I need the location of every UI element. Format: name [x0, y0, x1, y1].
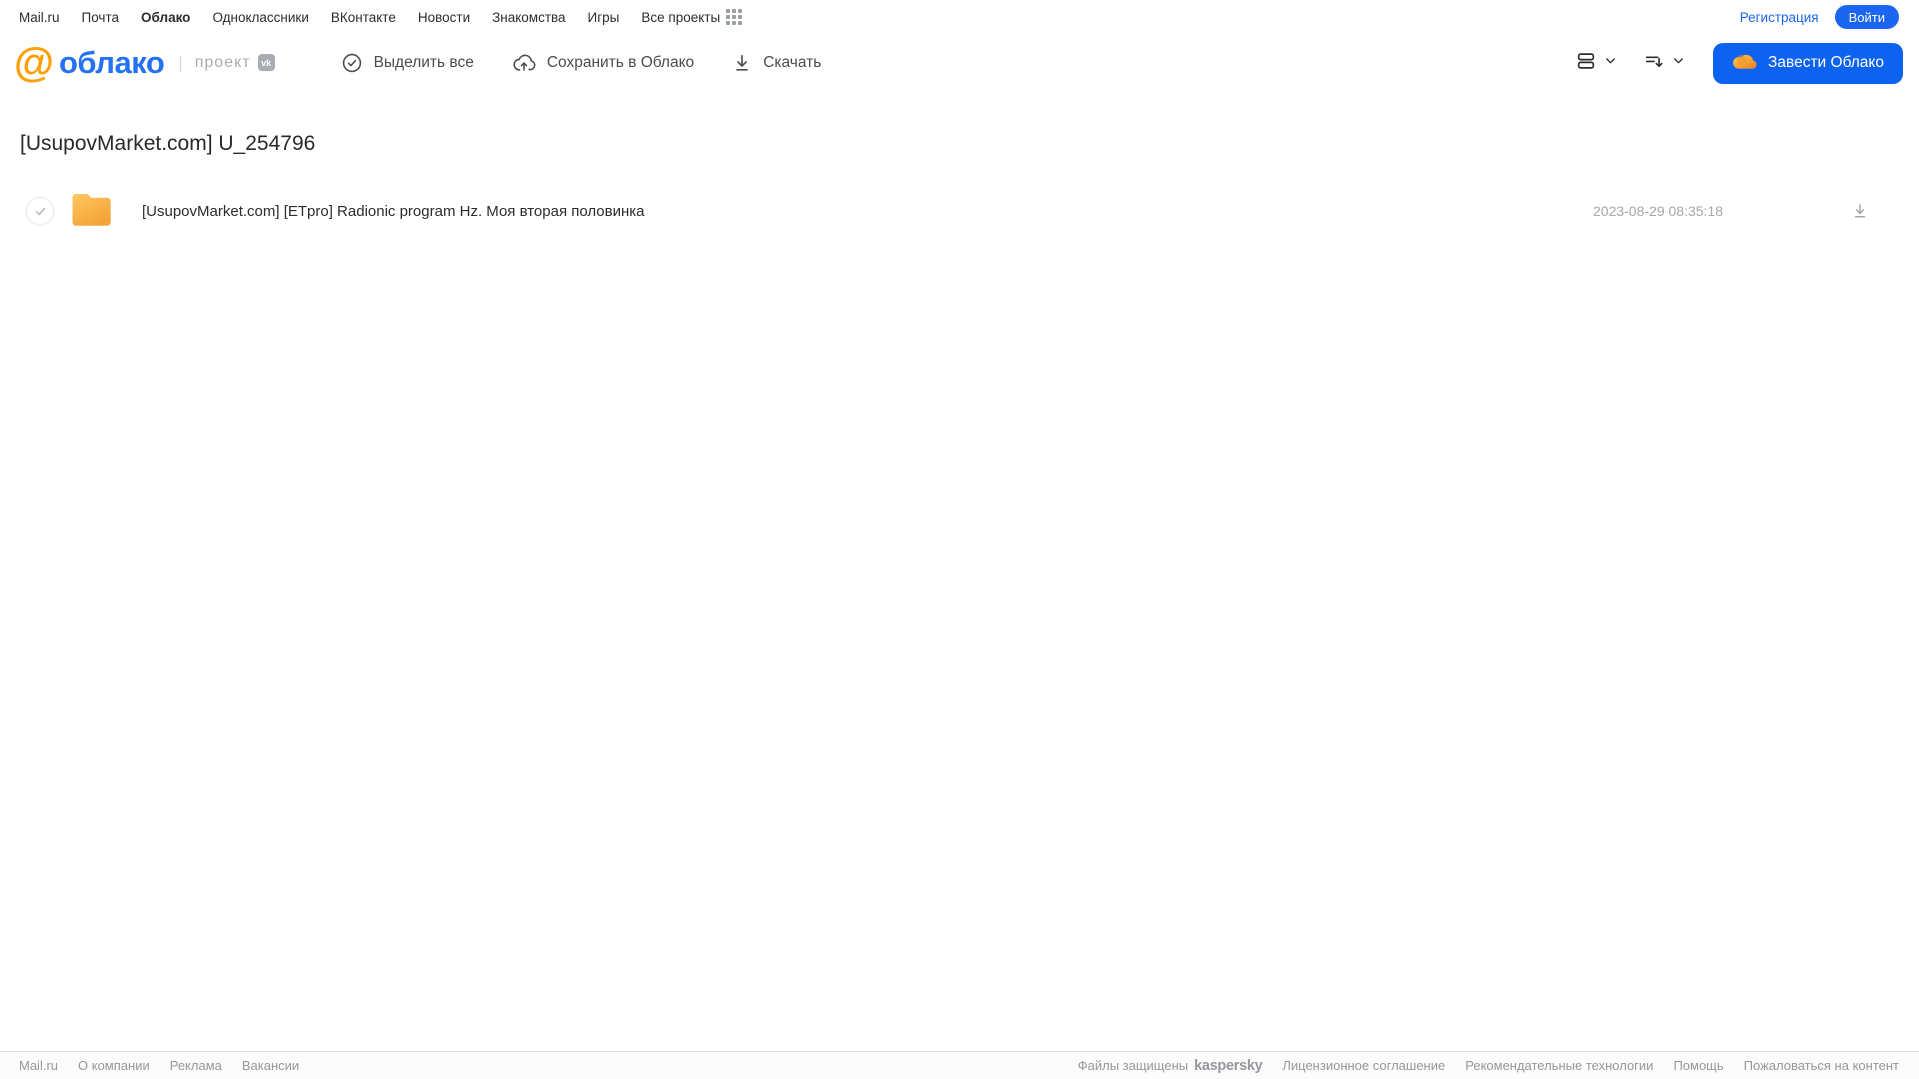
row-download-icon[interactable]	[1851, 202, 1869, 220]
file-modified-date: 2023-08-29 08:35:18	[1593, 203, 1723, 219]
download-icon	[732, 52, 752, 74]
footer-link-about[interactable]: О компании	[78, 1058, 150, 1073]
topnav-link-odnoklassniki[interactable]: Одноклассники	[212, 10, 308, 25]
check-circle-icon	[341, 52, 363, 74]
get-cloud-label: Завести Облако	[1768, 54, 1884, 71]
download-button[interactable]: Скачать	[732, 52, 821, 74]
chevron-down-icon	[1672, 54, 1685, 72]
select-all-button[interactable]: Выделить все	[341, 52, 474, 74]
save-to-cloud-button[interactable]: Сохранить в Облако	[512, 52, 694, 74]
footer-link-license[interactable]: Лицензионное соглашение	[1282, 1058, 1445, 1073]
list-view-icon	[1575, 50, 1597, 77]
footer-link-mailru[interactable]: Mail.ru	[19, 1058, 58, 1073]
portal-navbar: Mail.ru Почта Облако Одноклассники ВКонт…	[0, 0, 1919, 34]
topnav-link-news[interactable]: Новости	[418, 10, 470, 25]
topnav-link-dating[interactable]: Знакомства	[492, 10, 565, 25]
kaspersky-protection: Файлы защищены kaspersky	[1078, 1058, 1263, 1074]
save-to-cloud-label: Сохранить в Облако	[546, 54, 695, 71]
cloud-header: @ облако | проект vk Выделить все Сохран…	[0, 34, 1919, 92]
view-mode-dropdown[interactable]	[1575, 50, 1617, 77]
cloud-upload-icon	[512, 52, 536, 74]
login-button[interactable]: Войти	[1834, 5, 1899, 29]
file-actions-toolbar: Выделить все Сохранить в Облако Скачать	[341, 52, 821, 74]
topnav-link-games[interactable]: Игры	[588, 10, 620, 25]
register-link[interactable]: Регистрация	[1740, 10, 1819, 25]
select-all-label: Выделить все	[373, 54, 474, 71]
shared-folder-content: [UsupovMarket.com] U_254796 [UsupovMarke…	[0, 92, 1919, 1051]
kaspersky-logo[interactable]: kaspersky	[1194, 1058, 1263, 1074]
footer-link-jobs[interactable]: Вакансии	[242, 1058, 299, 1073]
sort-icon	[1643, 50, 1665, 77]
topnav-link-all-projects[interactable]: Все проекты	[641, 10, 720, 25]
page-title: [UsupovMarket.com] U_254796	[20, 132, 316, 155]
cloud-logo[interactable]: @ облако | проект vk	[14, 38, 275, 85]
header-right-controls: Завести Облако	[1575, 42, 1903, 84]
cloud-icon	[1732, 51, 1757, 76]
kaspersky-protected-label: Файлы защищены	[1077, 1058, 1189, 1073]
footer-link-ads[interactable]: Реклама	[170, 1058, 222, 1073]
file-checkbox[interactable]	[26, 197, 54, 225]
vk-logo-icon: vk	[257, 54, 275, 72]
footer-link-recommendation-tech[interactable]: Рекомендательные технологии	[1465, 1058, 1653, 1073]
get-cloud-button[interactable]: Завести Облако	[1713, 42, 1903, 84]
file-name-link[interactable]: [UsupovMarket.com] [ETpro] Radionic prog…	[142, 203, 645, 220]
footer-link-help[interactable]: Помощь	[1673, 1058, 1723, 1073]
logo-separator: |	[178, 52, 183, 72]
logo-wordmark: облако	[58, 44, 165, 80]
download-label: Скачать	[763, 54, 822, 71]
chevron-down-icon	[1604, 54, 1617, 72]
topnav-link-mail[interactable]: Почта	[82, 10, 120, 25]
footer-link-report-content[interactable]: Пожаловаться на контент	[1744, 1058, 1899, 1073]
sort-dropdown[interactable]	[1643, 50, 1685, 77]
topnav-link-vkontakte[interactable]: ВКонтакте	[331, 10, 396, 25]
folder-icon[interactable]	[70, 190, 113, 232]
file-row[interactable]: [UsupovMarket.com] [ETpro] Radionic prog…	[20, 188, 1899, 234]
page-footer: Mail.ru О компании Реклама Вакансии Файл…	[0, 1051, 1919, 1079]
topnav-link-cloud[interactable]: Облако	[141, 10, 190, 25]
logo-project-label: проект	[194, 53, 251, 71]
mailru-at-icon: @	[14, 38, 54, 85]
topnav-link-mailru[interactable]: Mail.ru	[19, 10, 60, 25]
all-projects-grid-icon[interactable]	[726, 9, 743, 25]
